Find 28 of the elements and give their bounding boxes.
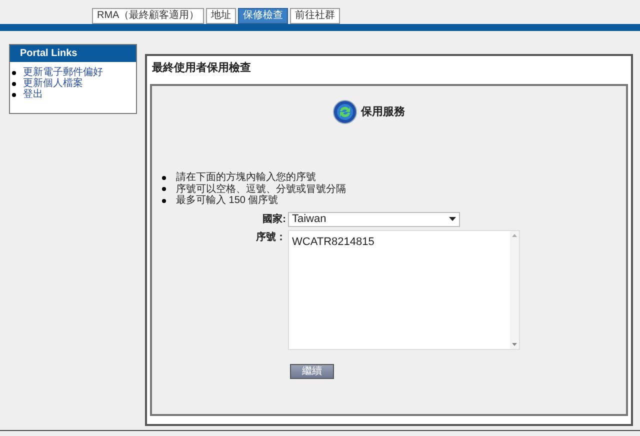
scrollbar[interactable]: [510, 230, 519, 348]
service-title: 保用服務: [361, 104, 405, 120]
country-select[interactable]: Taiwan: [288, 212, 460, 226]
sidebar-link[interactable]: 登出: [23, 89, 43, 100]
nav-tab[interactable]: RMA（最終顧客適用）: [92, 8, 204, 24]
instruction-text: 序號可以空格、逗號、分號或冒號分隔: [176, 184, 346, 195]
scroll-down-icon[interactable]: [512, 342, 517, 346]
bullet-icon: [162, 187, 166, 192]
sidebar-title: Portal Links: [10, 45, 136, 62]
country-label: 國家:: [262, 212, 287, 226]
bullet-icon: [162, 176, 166, 180]
scroll-up-icon[interactable]: [512, 234, 517, 236]
nav-tab[interactable]: 地址: [206, 8, 236, 24]
serial-label: 序號：: [255, 230, 287, 244]
bullet-icon: [12, 70, 16, 74]
dropdown-caret-icon: [449, 217, 456, 221]
bullet-icon: [12, 82, 16, 86]
nav-tab[interactable]: 保修檢查: [238, 8, 288, 24]
nav-tab[interactable]: 前往社群: [290, 8, 340, 24]
panel-title: 最終使用者保用檢查: [151, 60, 252, 76]
instruction-text: 請在下面的方塊內輸入您的序號: [176, 172, 316, 184]
instruction-text: 最多可輸入 150 個序號: [176, 195, 278, 206]
refresh-globe-icon: [333, 100, 357, 124]
sidebar-link[interactable]: 更新電子郵件偏好: [23, 67, 103, 78]
bullet-icon: [162, 198, 166, 203]
sidebar-link[interactable]: 更新個人檔案: [23, 78, 83, 89]
serial-textarea[interactable]: WCATR8214815: [288, 230, 520, 350]
bullet-icon: [12, 92, 16, 96]
